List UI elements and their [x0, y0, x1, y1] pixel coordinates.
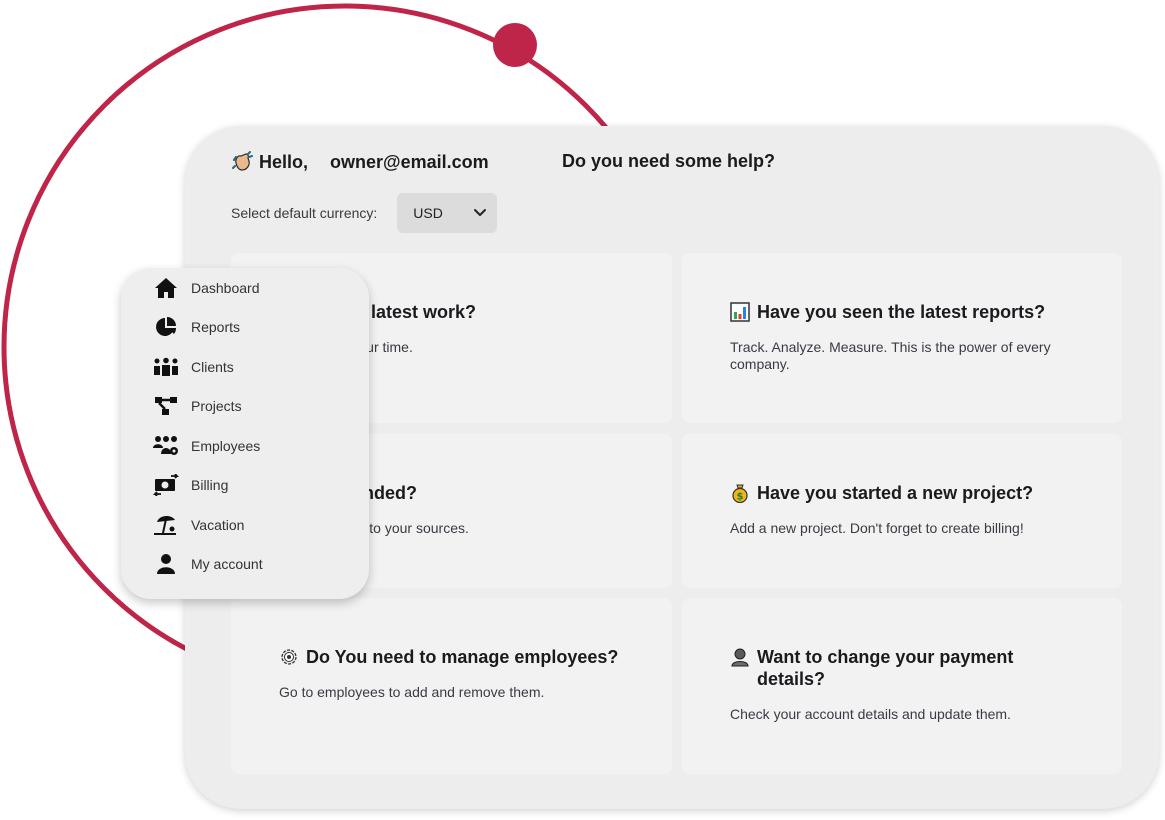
greeting-text: Hello, — [259, 151, 309, 172]
money-bill-transfer-icon — [153, 473, 179, 497]
bar-chart-icon — [730, 302, 750, 322]
sidebar-item-label: Vacation — [191, 517, 245, 533]
currency-row: Select default currency: USD — [231, 193, 498, 233]
gear-icon — [281, 649, 297, 665]
card-title-text: Have you seen the latest reports? — [757, 302, 1046, 322]
umbrella-beach-icon — [153, 513, 179, 537]
card-title: Do You need to manage employees? — [279, 646, 624, 668]
person-icon — [731, 648, 749, 667]
sidebar-item-label: Billing — [191, 477, 229, 493]
card-title-text: Do You need to manage employees? — [306, 647, 619, 667]
money-bag-icon: $ — [732, 484, 748, 503]
card-new-project[interactable]: $ Have you started a new project? Add a … — [682, 434, 1122, 588]
sidebar-item-label: Clients — [191, 359, 234, 375]
card-description: Add a new project. Don't forget to creat… — [730, 520, 1024, 536]
sidebar-item-my-account[interactable]: My account — [153, 551, 263, 577]
pie-chart-icon — [153, 315, 179, 339]
card-title: Have you seen the latest reports? — [730, 301, 1074, 323]
sidebar-item-vacation[interactable]: Vacation — [153, 512, 244, 538]
card-description: Check your account details and update th… — [730, 706, 1011, 722]
card-description: Track. Analyze. Measure. This is the pow… — [730, 339, 1051, 372]
svg-text:$: $ — [737, 492, 744, 503]
sidebar-item-label: Projects — [191, 398, 242, 414]
card-title-text: Want to change your payment details? — [757, 647, 1014, 689]
chevron-down-icon — [474, 209, 487, 216]
card-payment-details[interactable]: Want to change your payment details? Che… — [682, 598, 1122, 774]
page-title: Do you need some help? — [562, 151, 776, 171]
sidebar-item-label: Reports — [191, 319, 241, 335]
currency-select[interactable]: USD — [397, 193, 498, 233]
waving-hand-icon — [231, 151, 253, 171]
sidebar-item-clients[interactable]: Clients — [153, 354, 234, 380]
currency-label: Select default currency: — [231, 205, 378, 221]
user-email: owner@email.com — [330, 151, 489, 172]
home-icon — [153, 276, 179, 300]
sidebar-item-billing[interactable]: Billing — [153, 472, 228, 498]
users-gear-icon — [153, 434, 179, 458]
sidebar-item-label: Employees — [191, 438, 261, 454]
people-group-icon — [153, 355, 179, 379]
currency-value: USD — [413, 205, 443, 221]
card-title: $ Have you started a new project? — [730, 482, 1074, 504]
diagram-project-icon — [153, 394, 179, 418]
user-icon — [153, 552, 179, 576]
card-reports[interactable]: Have you seen the latest reports? Track.… — [682, 253, 1122, 423]
card-description: Go to employees to add and remove them. — [279, 684, 545, 700]
decorative-dot — [493, 23, 537, 67]
sidebar-item-dashboard[interactable]: Dashboard — [153, 275, 260, 301]
sidebar-item-label: Dashboard — [191, 280, 260, 296]
sidebar-nav: Dashboard Reports Clients Projects Emplo… — [121, 268, 369, 599]
sidebar-item-reports[interactable]: Reports — [153, 314, 240, 340]
card-manage-employees[interactable]: Do You need to manage employees? Go to e… — [231, 598, 672, 774]
sidebar-item-employees[interactable]: Employees — [153, 433, 260, 459]
greeting: Hello, owner@email.com — [231, 150, 489, 174]
sidebar-item-projects[interactable]: Projects — [153, 393, 242, 419]
sidebar-item-label: My account — [191, 556, 263, 572]
card-title-text: Have you started a new project? — [757, 483, 1034, 503]
card-title: Want to change your payment details? — [730, 646, 1074, 690]
